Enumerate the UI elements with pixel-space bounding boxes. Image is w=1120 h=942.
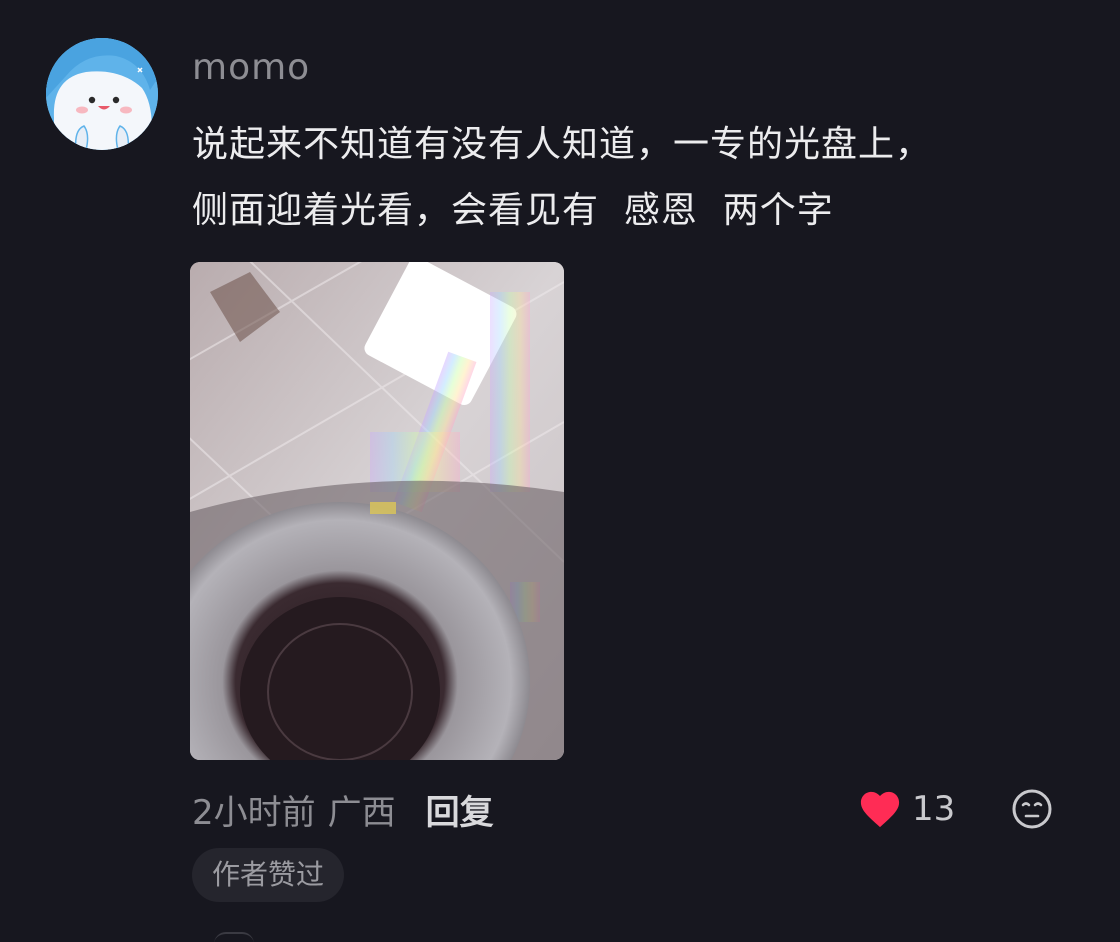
avatar[interactable] [46, 38, 158, 150]
photo-cd-image [190, 262, 564, 760]
reply-button[interactable]: 回复 [426, 785, 494, 834]
dislike-button[interactable] [1010, 787, 1054, 831]
comment-item: momo 说起来不知道有没有人知道，一专的光盘上， 侧面迎着光看，会看见有 感恩… [0, 0, 1120, 942]
comment-photo[interactable] [190, 262, 564, 760]
like-count: 13 [912, 789, 956, 829]
like-button[interactable]: 13 [858, 784, 955, 834]
comment-meta: 2小时前 广西 回复 [192, 784, 494, 834]
comment-region: 广西 [327, 792, 396, 833]
author-liked-badge: 作者赞过 [192, 848, 345, 902]
comment-text: 说起来不知道有没有人知道，一专的光盘上， 侧面迎着光看，会看见有 感恩 两个字 [192, 124, 933, 231]
cartoon-avatar-icon [46, 38, 158, 150]
next-comment-avatar-edge [214, 932, 254, 942]
heart-icon [860, 791, 900, 828]
username[interactable]: momo [192, 46, 310, 90]
comment-time: 2小时前 [192, 792, 316, 833]
meh-face-icon [1012, 789, 1052, 829]
